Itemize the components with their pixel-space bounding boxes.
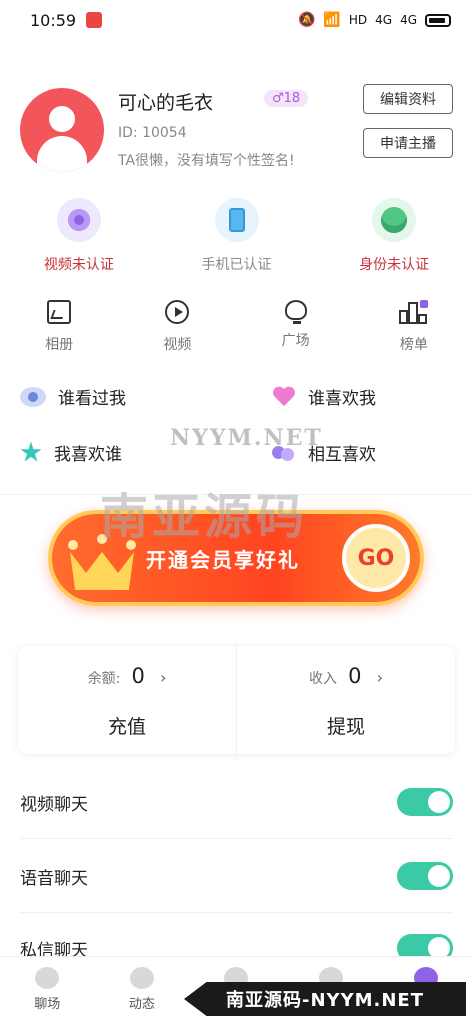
- who-viewed-me-label: 谁看过我: [58, 389, 126, 409]
- album-icon: [47, 300, 72, 324]
- compass-icon: [129, 967, 154, 989]
- chat-square-icon: [35, 967, 60, 989]
- menu-rank[interactable]: 榜单: [355, 300, 473, 354]
- hd-label: HD: [348, 13, 368, 27]
- balance-label: 余额:: [87, 671, 121, 687]
- apply-host-button[interactable]: 申请主播: [363, 128, 453, 158]
- bottom-watermark: 南亚源码-NYYM.NET: [184, 982, 466, 1016]
- voice-chat-toggle[interactable]: [397, 862, 453, 890]
- id-verify-icon: [372, 198, 417, 242]
- balance-value: 0: [131, 664, 145, 688]
- tab-chat-square[interactable]: 聊场: [0, 957, 95, 1024]
- video-chat-setting: 视频聊天: [0, 766, 473, 840]
- signal-label-2: 4G: [400, 13, 417, 27]
- verify-id[interactable]: 身份未认证: [315, 198, 473, 274]
- balance-section[interactable]: 余额: 0 › 充值: [18, 646, 236, 754]
- menu-square-label: 广场: [281, 333, 310, 349]
- crown-icon: [68, 534, 136, 590]
- who-viewed-me[interactable]: 谁看过我: [20, 384, 126, 409]
- mute-icon: 🔕: [297, 12, 316, 28]
- income-value: 0: [348, 664, 362, 688]
- menu-video-label: 视频: [163, 337, 192, 353]
- status-time: 10:59: [30, 10, 77, 30]
- vip-go-button[interactable]: GO: [342, 524, 410, 592]
- income-section[interactable]: 收入 0 › 提现: [236, 646, 455, 754]
- status-bar: 10:59 🔕 📶 HD 4G 4G: [0, 0, 473, 40]
- voice-chat-setting: 语音聊天: [0, 840, 473, 914]
- tab-moments[interactable]: 动态: [95, 957, 190, 1024]
- verify-phone-label: 手机已认证: [201, 257, 272, 273]
- who-likes-me-label: 谁喜欢我: [308, 389, 376, 409]
- avatar[interactable]: [20, 88, 104, 172]
- menu-album[interactable]: 相册: [0, 300, 118, 354]
- user-id: ID: 10054: [118, 125, 187, 141]
- signature: TA很懒，没有填写个性签名!: [118, 153, 295, 169]
- who-likes-me[interactable]: 谁喜欢我: [272, 384, 376, 409]
- who-i-like-label: 我喜欢谁: [54, 445, 122, 465]
- verify-video-label: 视频未认证: [43, 257, 114, 273]
- video-chat-toggle[interactable]: [397, 788, 453, 816]
- heart-icon: [272, 387, 296, 407]
- row-divider: [20, 838, 453, 839]
- income-label: 收入: [309, 671, 338, 687]
- video-icon: [165, 300, 190, 324]
- verification-row: 视频未认证 手机已认证 身份未认证: [0, 198, 473, 274]
- phone-verify-icon: [214, 198, 259, 242]
- nickname: 可心的毛衣: [118, 92, 214, 114]
- edit-profile-button[interactable]: 编辑资料: [363, 84, 453, 114]
- status-icons: 🔕 📶 HD 4G 4G: [298, 13, 451, 27]
- verify-video[interactable]: 视频未认证: [0, 198, 158, 274]
- star-icon: [20, 441, 42, 462]
- verify-id-label: 身份未认证: [359, 257, 430, 273]
- mutual-icon: [272, 442, 296, 464]
- vip-banner-text: 开通会员享好礼: [146, 548, 300, 572]
- vip-banner[interactable]: 开通会员享好礼 GO: [48, 510, 424, 606]
- tab-chat-square-label: 聊场: [34, 997, 61, 1012]
- recharge-button[interactable]: 充值: [18, 712, 236, 739]
- mutual-likes-label: 相互喜欢: [308, 445, 376, 465]
- voice-chat-label: 语音聊天: [20, 869, 88, 889]
- square-icon: [284, 300, 307, 324]
- app-notification-icon: [86, 12, 103, 28]
- level-badge: ♂18: [264, 90, 309, 107]
- withdraw-button[interactable]: 提现: [237, 712, 455, 739]
- mutual-likes[interactable]: 相互喜欢: [272, 440, 376, 465]
- eye-icon: [20, 386, 46, 407]
- section-divider: [0, 494, 473, 495]
- rank-icon: [398, 300, 429, 324]
- menu-rank-label: 榜单: [399, 337, 428, 353]
- feature-menu: 相册 视频 广场 榜单: [0, 300, 473, 354]
- video-verify-icon: [56, 198, 101, 242]
- wifi-icon: 📶: [323, 12, 341, 28]
- battery-icon: [425, 13, 451, 27]
- tab-moments-label: 动态: [128, 997, 155, 1012]
- avatar-body-shape: [37, 136, 87, 172]
- menu-video[interactable]: 视频: [118, 300, 236, 354]
- avatar-head-shape: [49, 106, 75, 132]
- video-chat-label: 视频聊天: [20, 795, 88, 815]
- chevron-right-icon: ›: [159, 668, 167, 687]
- who-i-like[interactable]: 我喜欢谁: [20, 440, 122, 465]
- menu-square[interactable]: 广场: [237, 300, 355, 354]
- wallet-card: 余额: 0 › 充值 收入 0 › 提现: [18, 646, 455, 754]
- chevron-right-icon: ›: [376, 668, 383, 687]
- level-value: 18: [283, 91, 301, 106]
- profile-header: 可心的毛衣 ♂18 ID: 10054 TA很懒，没有填写个性签名! 编辑资料 …: [20, 82, 453, 172]
- verify-phone[interactable]: 手机已认证: [158, 198, 316, 274]
- menu-album-label: 相册: [45, 337, 74, 353]
- signal-label-1: 4G: [375, 13, 393, 27]
